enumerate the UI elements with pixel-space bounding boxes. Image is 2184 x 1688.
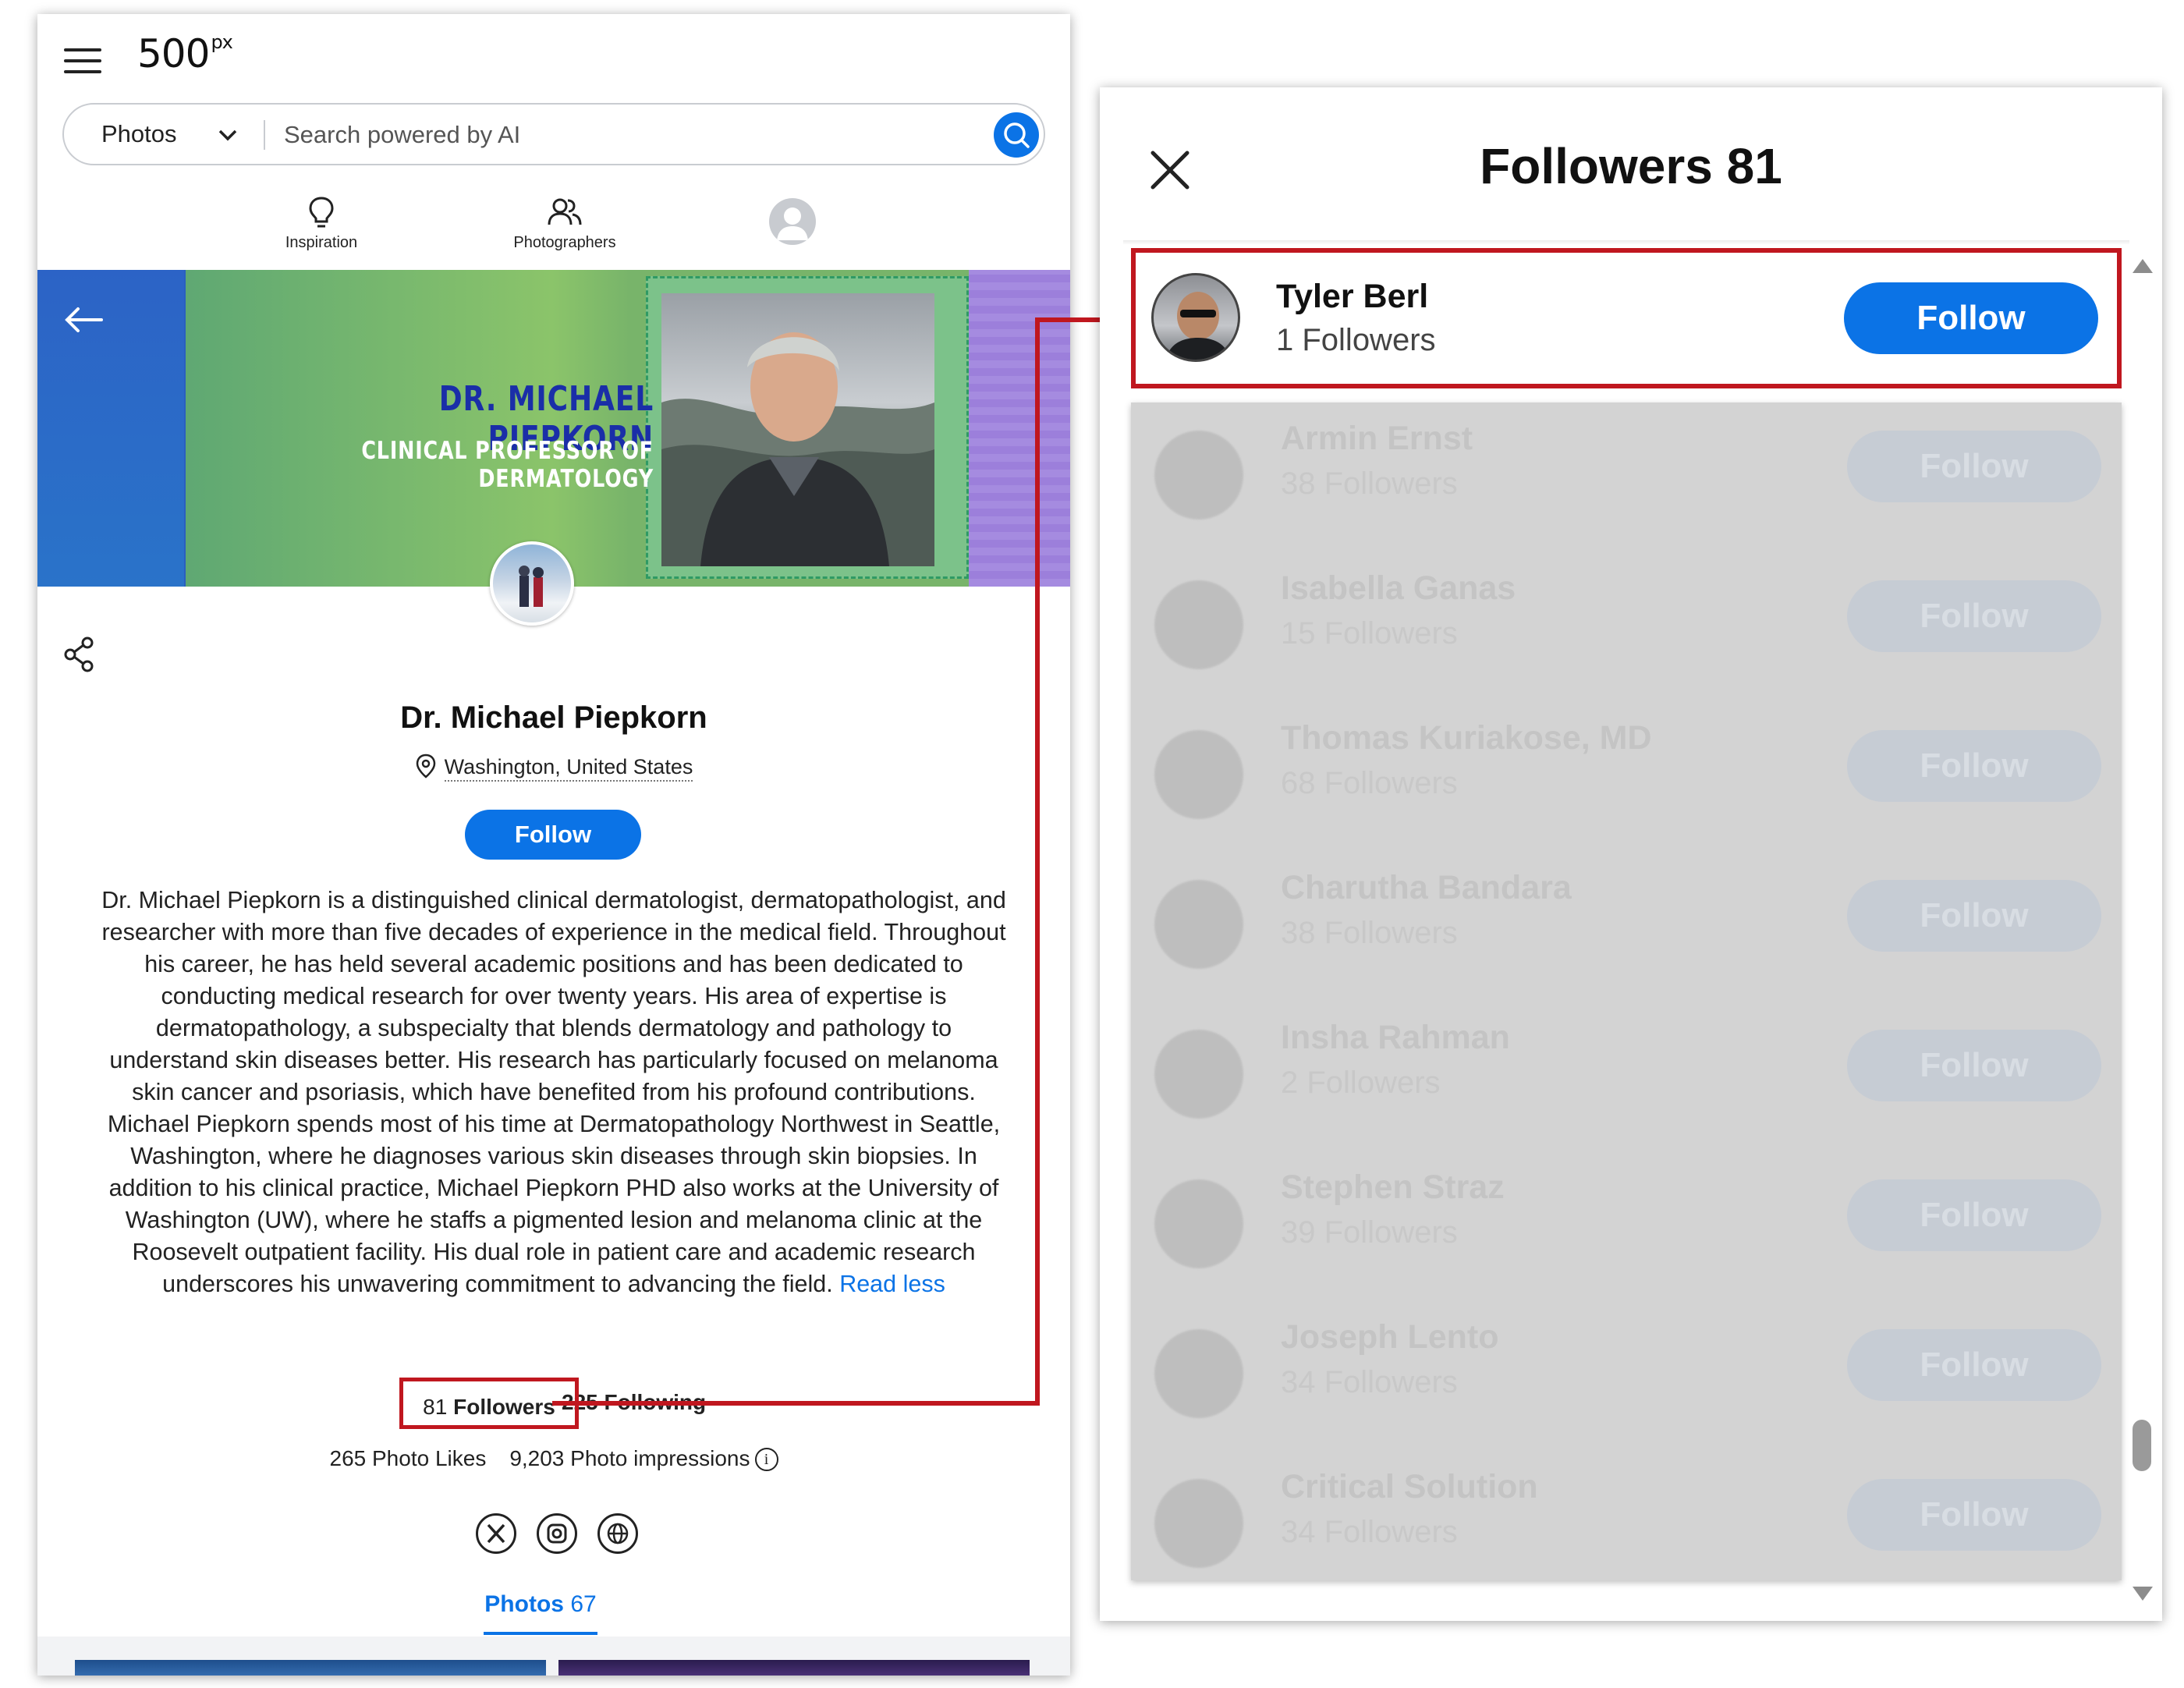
- follower-name[interactable]: Charutha Bandara: [1281, 869, 1572, 907]
- banner-stripe: [969, 270, 1070, 587]
- lightbulb-icon: [303, 193, 340, 231]
- scrollbar-thumb[interactable]: [2133, 1420, 2151, 1471]
- follower-count: 34 Followers: [1281, 1515, 1458, 1549]
- follower-avatar[interactable]: [1154, 1179, 1243, 1268]
- list-divider: [1123, 240, 2129, 245]
- follower-count: 68 Followers: [1281, 766, 1458, 800]
- active-tab-indicator: [484, 1632, 597, 1635]
- followers-list-dimmed: Armin Ernst 38 Followers Follow Isabella…: [1131, 402, 2122, 1580]
- user-avatar-icon[interactable]: [769, 198, 816, 245]
- scrollbar[interactable]: [2129, 259, 2153, 1601]
- profile-bio: Dr. Michael Piepkorn is a distinguished …: [101, 885, 1006, 1300]
- follow-button[interactable]: Follow: [1847, 880, 2101, 952]
- banner-stripe: [37, 270, 184, 587]
- follower-name[interactable]: Isabella Ganas: [1281, 569, 1516, 608]
- nav-tab-photographers[interactable]: Photographers: [487, 193, 643, 252]
- search-button[interactable]: [994, 112, 1039, 158]
- photo-stats: 265 Photo Likes 9,203 Photo impressions i: [37, 1446, 1070, 1471]
- share-icon[interactable]: [61, 635, 100, 674]
- modal-title: Followers 81: [1480, 138, 1782, 194]
- follower-avatar[interactable]: [1151, 273, 1240, 362]
- follower-name[interactable]: Thomas Kuriakose, MD: [1281, 719, 1652, 757]
- follower-row[interactable]: Stephen Straz 39 Followers Follow: [1131, 1151, 2122, 1301]
- follow-button[interactable]: Follow: [1847, 580, 2101, 652]
- follow-button[interactable]: Follow: [465, 810, 641, 860]
- photo-thumbnail[interactable]: [75, 1660, 546, 1676]
- bio-text: Dr. Michael Piepkorn is a distinguished …: [101, 887, 1006, 1297]
- follower-name[interactable]: Stephen Straz: [1281, 1168, 1505, 1207]
- follower-row[interactable]: Charutha Bandara 38 Followers Follow: [1131, 852, 2122, 1002]
- follower-row[interactable]: Tyler Berl 1 Followers Follow: [1131, 248, 2122, 388]
- nav-tab-label: Inspiration: [285, 234, 358, 251]
- follower-row[interactable]: Joseph Lento 34 Followers Follow: [1131, 1301, 2122, 1451]
- search-divider: [264, 120, 265, 150]
- search-input[interactable]: [284, 115, 970, 154]
- follower-count: 38 Followers: [1281, 916, 1458, 950]
- follower-name[interactable]: Critical Solution: [1281, 1468, 1538, 1506]
- banner-title-text: CLINICAL PROFESSOR OF DERMATOLOGY: [361, 437, 654, 493]
- site-logo[interactable]: 500px: [137, 31, 233, 76]
- photo-impressions: 9,203 Photo impressions: [509, 1446, 750, 1470]
- follow-button[interactable]: Follow: [1847, 1030, 2101, 1101]
- follower-count: 34 Followers: [1281, 1365, 1458, 1399]
- profile-name: Dr. Michael Piepkorn: [400, 700, 707, 735]
- follower-name[interactable]: Tyler Berl: [1276, 278, 1428, 316]
- follower-avatar[interactable]: [1154, 880, 1243, 969]
- follower-avatar[interactable]: [1154, 1479, 1243, 1568]
- follower-avatar[interactable]: [1154, 1030, 1243, 1119]
- location-pin-icon: [415, 754, 437, 784]
- read-less-link[interactable]: Read less: [839, 1271, 945, 1297]
- follower-count: 15 Followers: [1281, 616, 1458, 651]
- search-bar: Photos: [62, 103, 1045, 165]
- follower-count: 38 Followers: [1281, 466, 1458, 501]
- follower-count: 1 Followers: [1276, 323, 1436, 357]
- follower-avatar[interactable]: [1154, 431, 1243, 520]
- followers-link[interactable]: 81 Followers: [399, 1378, 579, 1429]
- globe-icon[interactable]: [597, 1513, 638, 1554]
- photo-thumbnail[interactable]: [558, 1660, 1030, 1676]
- follower-row[interactable]: Insha Rahman 2 Followers Follow: [1131, 1002, 2122, 1151]
- hamburger-menu-icon[interactable]: [64, 42, 103, 81]
- follower-avatar[interactable]: [1154, 730, 1243, 819]
- follower-count: 39 Followers: [1281, 1215, 1458, 1250]
- follower-avatar[interactable]: [1154, 1329, 1243, 1418]
- follow-button[interactable]: Follow: [1847, 431, 2101, 502]
- follower-row[interactable]: Isabella Ganas 15 Followers Follow: [1131, 552, 2122, 702]
- info-icon[interactable]: i: [754, 1448, 778, 1471]
- follow-button[interactable]: Follow: [1847, 1179, 2101, 1251]
- follow-button[interactable]: Follow: [1847, 1329, 2101, 1401]
- nav-tab-inspiration[interactable]: Inspiration: [243, 193, 399, 252]
- scroll-down-arrow-icon[interactable]: [2133, 1587, 2153, 1601]
- scroll-up-arrow-icon[interactable]: [2133, 259, 2153, 273]
- people-icon: [546, 193, 583, 231]
- tab-photos[interactable]: Photos 67: [482, 1591, 599, 1618]
- follower-avatar[interactable]: [1154, 580, 1243, 669]
- follower-name[interactable]: Armin Ernst: [1281, 420, 1473, 458]
- location-link[interactable]: Washington, United States: [444, 755, 693, 782]
- follow-button[interactable]: Follow: [1847, 730, 2101, 802]
- profile-location: Washington, United States: [37, 754, 1070, 784]
- profile-avatar[interactable]: [490, 541, 574, 626]
- back-arrow-icon[interactable]: [61, 304, 108, 335]
- instagram-icon[interactable]: [537, 1513, 577, 1554]
- follower-row[interactable]: Thomas Kuriakose, MD 68 Followers Follow: [1131, 702, 2122, 852]
- chevron-down-icon[interactable]: [217, 119, 239, 156]
- banner-portrait-photo: [661, 293, 934, 566]
- search-icon: [1004, 122, 1030, 148]
- following-link[interactable]: 225 Following: [562, 1390, 706, 1415]
- search-category-select[interactable]: Photos: [101, 120, 177, 148]
- follower-name[interactable]: Joseph Lento: [1281, 1318, 1499, 1356]
- follow-button[interactable]: Follow: [1844, 282, 2098, 354]
- photo-likes: 265 Photo Likes: [329, 1446, 487, 1470]
- x-icon[interactable]: [476, 1513, 516, 1554]
- follower-row[interactable]: Critical Solution 34 Followers Follow: [1131, 1451, 2122, 1580]
- followers-modal: Followers 81 Tyler Berl 1 Followers Foll…: [1100, 87, 2162, 1621]
- profile-cover-banner: DR. MICHAEL PIEPKORN CLINICAL PROFESSOR …: [37, 270, 1070, 587]
- follow-button[interactable]: Follow: [1847, 1479, 2101, 1551]
- follower-count: 2 Followers: [1281, 1066, 1441, 1100]
- nav-tab-label: Photographers: [513, 234, 616, 251]
- follower-row[interactable]: Armin Ernst 38 Followers Follow: [1131, 402, 2122, 552]
- follower-name[interactable]: Insha Rahman: [1281, 1019, 1510, 1057]
